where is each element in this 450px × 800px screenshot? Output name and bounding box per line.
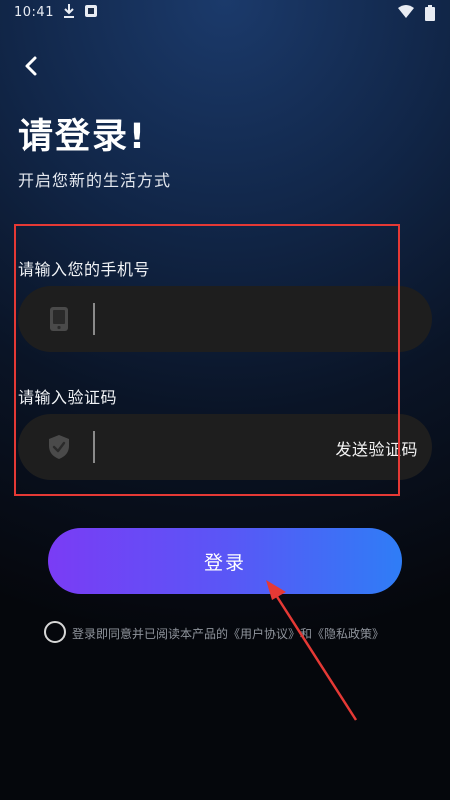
- agreement-checkbox[interactable]: [44, 621, 66, 643]
- user-agreement-link[interactable]: 《用户协议》: [228, 627, 300, 641]
- page-title: 请登录!: [18, 117, 147, 157]
- back-button[interactable]: [18, 52, 46, 80]
- app-notification-icon: [85, 5, 97, 17]
- agreement-text: 登录即同意并已阅读本产品的《用户协议》和《隐私政策》: [72, 625, 384, 642]
- page-subtitle: 开启您新的生活方式: [18, 171, 172, 190]
- login-button[interactable]: 登录: [48, 528, 402, 594]
- code-input[interactable]: [102, 428, 326, 468]
- wifi-icon: [398, 5, 414, 18]
- phone-icon: [50, 307, 68, 331]
- agreement-row: 登录即同意并已阅读本产品的《用户协议》和《隐私政策》: [44, 621, 424, 647]
- download-icon: [64, 4, 74, 18]
- status-time: 10:41: [14, 5, 54, 20]
- code-field[interactable]: 发送验证码: [18, 414, 432, 480]
- phone-field-label: 请输入您的手机号: [18, 260, 151, 279]
- text-cursor: [93, 303, 95, 335]
- shield-check-icon: [49, 435, 69, 459]
- send-code-button[interactable]: 发送验证码: [335, 436, 418, 460]
- text-cursor: [93, 431, 95, 463]
- battery-icon: [425, 5, 435, 21]
- privacy-policy-link[interactable]: 《隐私政策》: [312, 627, 384, 641]
- phone-field[interactable]: [18, 286, 432, 352]
- agreement-conjunction: 和: [300, 627, 313, 641]
- status-bar: 10:41: [0, 0, 450, 26]
- agreement-prefix: 登录即同意并已阅读本产品的: [72, 627, 229, 641]
- code-field-label: 请输入验证码: [18, 388, 118, 407]
- phone-input[interactable]: [102, 300, 326, 340]
- chevron-left-icon: [25, 56, 37, 76]
